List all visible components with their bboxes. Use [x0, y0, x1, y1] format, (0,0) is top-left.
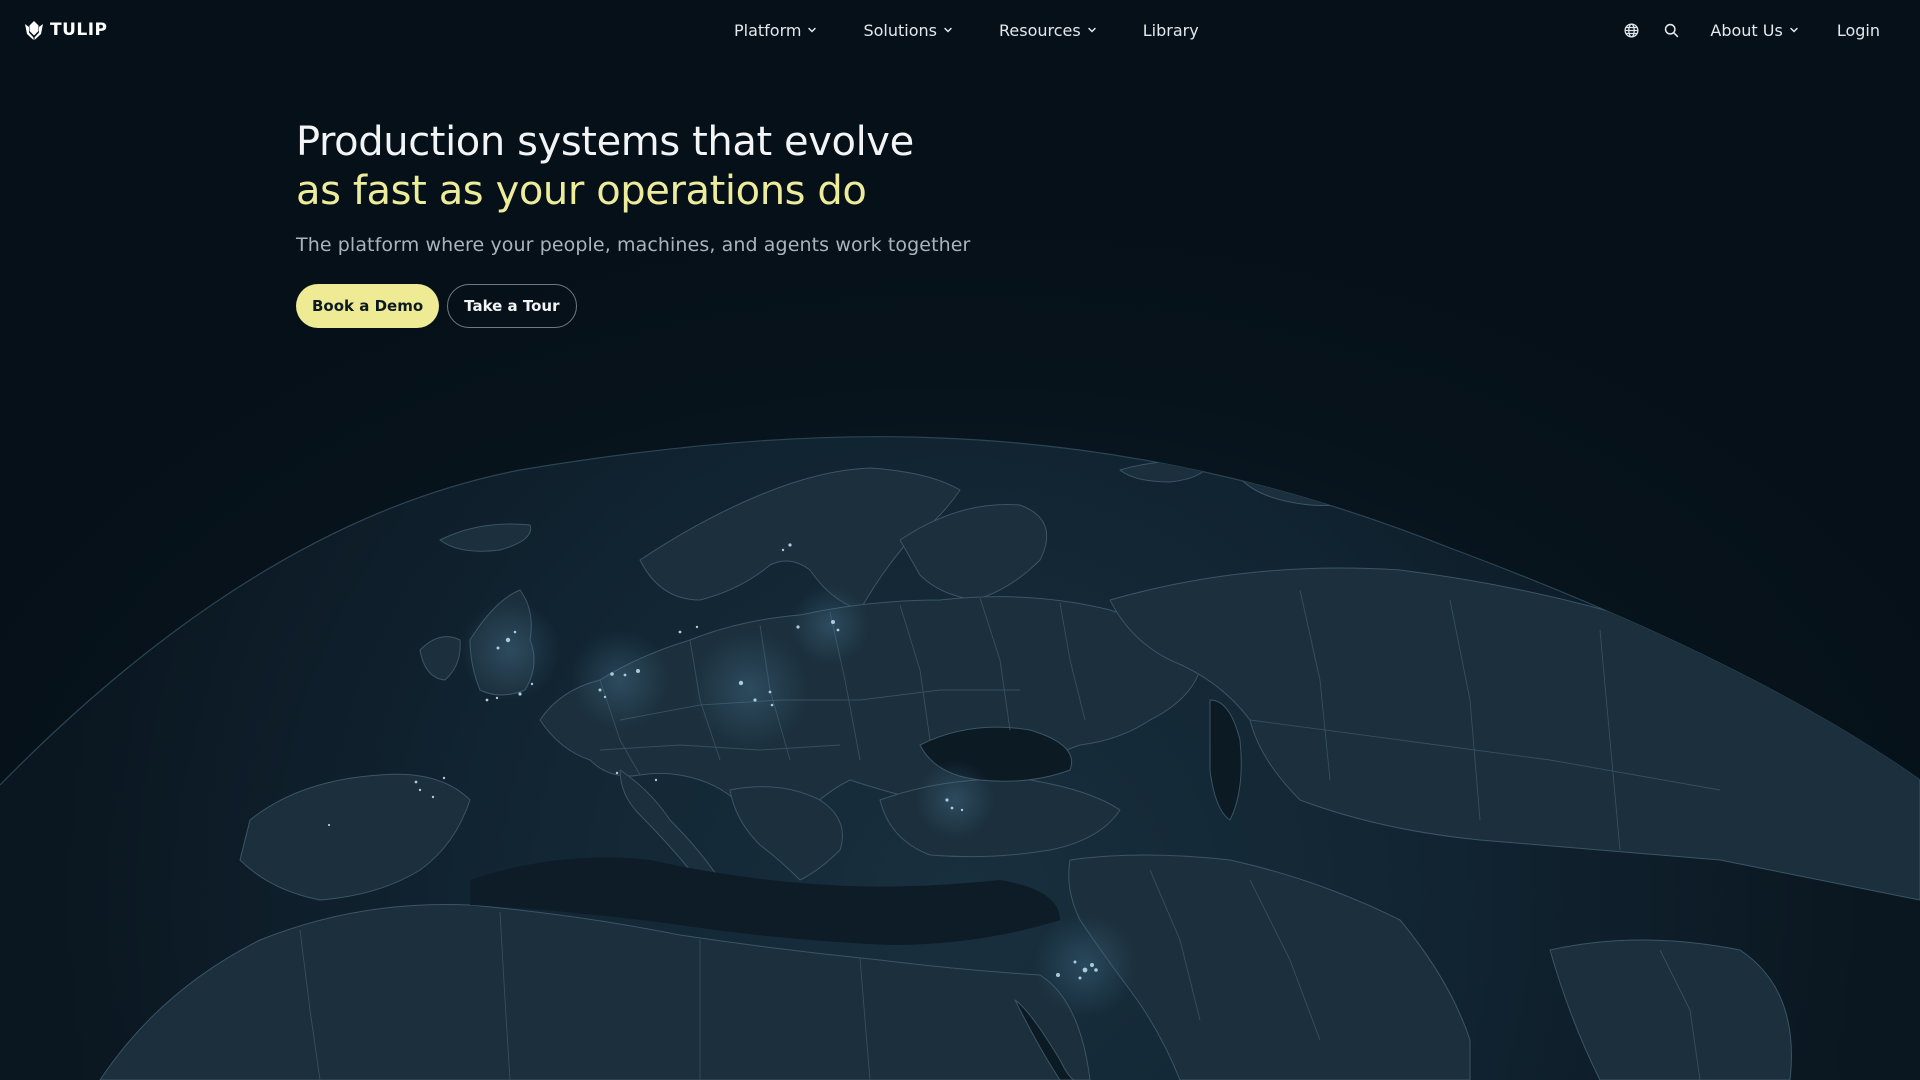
tulip-logo-icon	[25, 21, 43, 40]
nav-utilities: About Us Login	[1622, 18, 1880, 42]
chevron-down-icon	[1790, 27, 1798, 33]
water-black-sea	[919, 726, 1072, 782]
language-selector[interactable]	[1622, 21, 1640, 39]
landmass-europe	[539, 596, 1201, 825]
globe-icon	[1624, 22, 1639, 38]
landmass-finland	[899, 503, 1048, 601]
nav-item-label: About Us	[1710, 20, 1783, 40]
login-link[interactable]: Login	[1837, 21, 1880, 40]
nav-item-resources[interactable]: Resources	[999, 21, 1097, 40]
nav-item-label: Library	[1142, 20, 1199, 40]
nav-item-about-us[interactable]: About Us	[1710, 21, 1798, 40]
landmass-novaya-zemlya	[1239, 477, 1351, 506]
nav-item-library[interactable]: Library	[1143, 21, 1199, 40]
landing-page: TULIP Platform Solutions Resources Libra…	[0, 0, 1920, 1080]
top-navigation: TULIP Platform Solutions Resources Libra…	[0, 0, 1920, 60]
water-caspian-sea	[1209, 699, 1242, 821]
chevron-down-icon	[1087, 27, 1096, 33]
landmass-svalbard	[1119, 460, 1211, 483]
search-button[interactable]	[1662, 21, 1680, 39]
hero-section: Production systems that evolve as fast a…	[296, 118, 1056, 328]
globe-sphere	[0, 436, 1920, 1080]
hero-headline: Production systems that evolve as fast a…	[296, 118, 1056, 216]
landmass-ireland	[419, 636, 461, 681]
water-mediterranean	[470, 857, 1060, 945]
landmass-great-britain	[469, 589, 535, 696]
landmass-middle-east	[1068, 854, 1471, 1080]
hero-cta-group: Book a Demo Take a Tour	[296, 284, 577, 328]
landmass-scandinavia	[639, 467, 961, 611]
hero-subheadline: The platform where your people, machines…	[296, 234, 971, 256]
landmass-iceland	[439, 523, 532, 552]
headline-line-2: as fast as your operations do	[296, 168, 867, 214]
tulip-logo[interactable]: TULIP	[22, 17, 108, 43]
nav-item-label: Platform	[734, 20, 802, 40]
landmass-north-africa	[99, 903, 1091, 1080]
nav-item-label: Resources	[999, 20, 1081, 40]
nav-item-platform[interactable]: Platform	[734, 21, 817, 40]
search-icon	[1664, 23, 1679, 37]
city-lights	[327, 543, 1137, 1017]
landmass-anatolia	[879, 778, 1121, 858]
water-red-sea	[1014, 999, 1076, 1080]
landmass-south-asia	[1549, 939, 1792, 1080]
brand-name: TULIP	[50, 20, 108, 40]
nav-item-label: Solutions	[863, 20, 937, 40]
nav-item-solutions[interactable]: Solutions	[863, 21, 953, 40]
main-menu: Platform Solutions Resources Library	[734, 18, 1199, 42]
chevron-down-icon	[808, 27, 817, 33]
take-tour-button[interactable]: Take a Tour	[447, 284, 577, 328]
landmass-italy	[619, 769, 721, 884]
landmass-russia	[1109, 567, 1920, 901]
landmass-iberia	[239, 773, 471, 901]
headline-line-1: Production systems that evolve	[296, 119, 914, 165]
book-demo-button[interactable]: Book a Demo	[296, 284, 440, 328]
chevron-down-icon	[944, 27, 952, 33]
landmass-balkans	[729, 786, 843, 881]
